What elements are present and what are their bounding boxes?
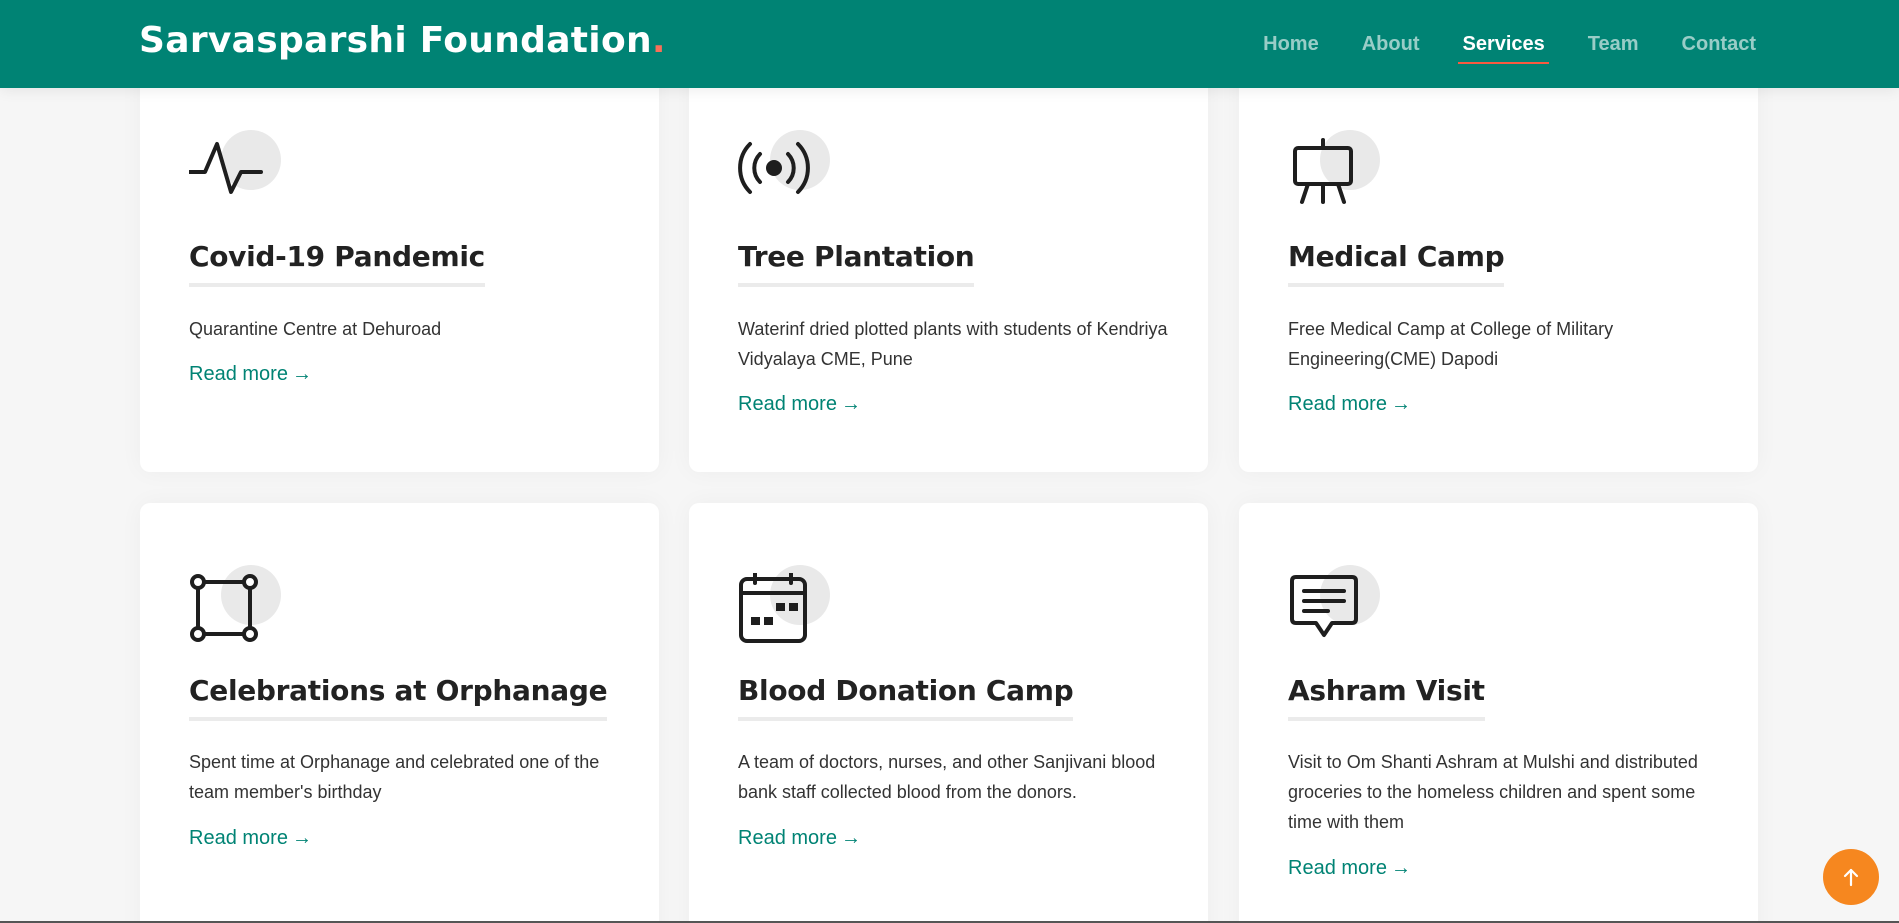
service-title: Celebrations at Orphanage (189, 674, 608, 721)
read-more-label: Read more (1288, 393, 1387, 415)
read-more-link[interactable]: Read more → (738, 827, 861, 850)
service-card: Ashram Visit Visit to Om Shanti Ashram a… (1239, 503, 1758, 923)
service-description: Waterinf dried plotted plants with stude… (738, 319, 1168, 369)
read-more-link[interactable]: Read more → (1288, 857, 1411, 880)
arrow-right-icon: → (291, 363, 312, 385)
site-header: Sarvasparshi Foundation. Home About Serv… (0, 0, 1899, 88)
scroll-top-button[interactable] (1823, 849, 1879, 905)
arrow-right-icon: → (840, 827, 861, 849)
arrow-right-icon: → (1390, 393, 1411, 415)
service-description: Spent time at Orphanage and celebrated o… (189, 752, 600, 802)
broadcast-icon (738, 130, 830, 204)
service-description: Quarantine Centre at Dehuroad (189, 319, 442, 339)
service-card: Celebrations at Orphanage Spent time at … (140, 503, 659, 923)
logo-text: Sarvasparshi Foundation (139, 20, 652, 61)
arrow-right-icon: → (1390, 857, 1411, 879)
nav-home[interactable]: Home (1263, 33, 1319, 64)
read-more-label: Read more (738, 827, 837, 849)
service-title: Blood Donation Camp (738, 674, 1074, 721)
nav-team[interactable]: Team (1588, 33, 1639, 64)
nav-services[interactable]: Services (1458, 33, 1550, 64)
arrow-right-icon: → (840, 393, 861, 415)
read-more-label: Read more (738, 393, 837, 415)
read-more-link[interactable]: Read more → (189, 363, 312, 386)
read-more-label: Read more (189, 363, 288, 385)
arrow-up-icon (1843, 868, 1859, 887)
service-description: Visit to Om Shanti Ashram at Mulshi and … (1288, 752, 1698, 832)
site-logo[interactable]: Sarvasparshi Foundation. (139, 20, 666, 61)
service-card: Tree Plantation Waterinf dried plotted p… (689, 60, 1208, 472)
service-title: Medical Camp (1288, 240, 1505, 287)
service-title: Covid-19 Pandemic (189, 240, 485, 287)
read-more-label: Read more (189, 827, 288, 849)
calendar-icon (738, 565, 830, 643)
chat-text-icon (1288, 565, 1380, 639)
easel-icon (1288, 130, 1380, 204)
read-more-link[interactable]: Read more → (738, 393, 861, 416)
bounding-box-icon (189, 565, 281, 642)
service-title: Ashram Visit (1288, 674, 1485, 721)
main-nav: Home About Services Team Contact (1220, 33, 1756, 64)
service-description: Free Medical Camp at College of Military… (1288, 319, 1614, 369)
activity-icon (189, 130, 281, 204)
arrow-right-icon: → (291, 827, 312, 849)
read-more-link[interactable]: Read more → (1288, 393, 1411, 416)
service-card: Blood Donation Camp A team of doctors, n… (689, 503, 1208, 923)
nav-about[interactable]: About (1362, 33, 1420, 64)
nav-contact[interactable]: Contact (1682, 33, 1756, 64)
read-more-link[interactable]: Read more → (189, 827, 312, 850)
service-description: A team of doctors, nurses, and other San… (738, 752, 1156, 802)
service-card: Covid-19 Pandemic Quarantine Centre at D… (140, 60, 659, 472)
read-more-label: Read more (1288, 857, 1387, 879)
service-title: Tree Plantation (738, 240, 975, 287)
service-card: Medical Camp Free Medical Camp at Colleg… (1239, 60, 1758, 472)
logo-dot: . (651, 20, 666, 61)
